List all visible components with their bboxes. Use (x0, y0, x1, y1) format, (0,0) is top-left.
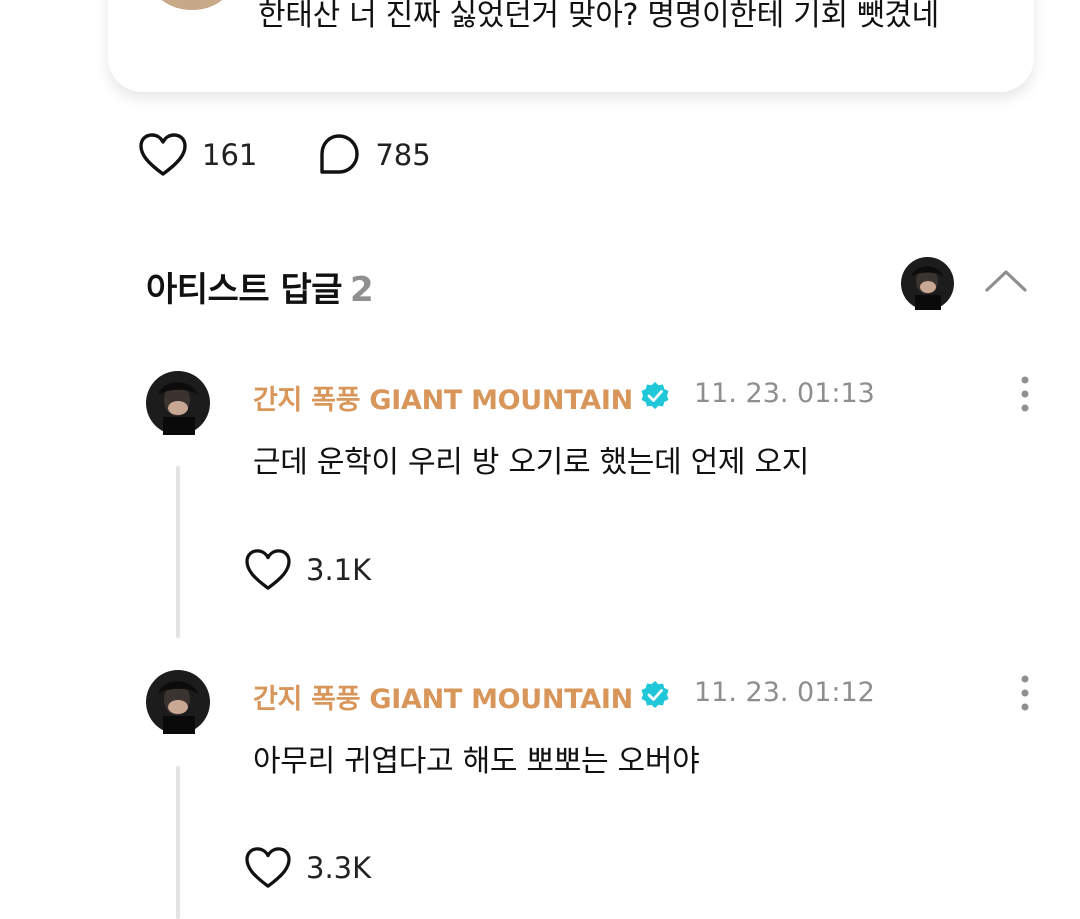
heart-outline-icon (245, 549, 291, 590)
reply-timestamp: 11. 23. 01:12 (694, 677, 875, 708)
thread-line (176, 466, 180, 638)
artist-avatar[interactable] (146, 670, 210, 734)
heart-outline-icon (139, 133, 187, 176)
chevron-up-icon[interactable] (984, 266, 1028, 296)
reply-text: 근데 운학이 우리 방 오기로 했는데 언제 오지 (253, 445, 810, 480)
reply-author[interactable]: 간지 폭풍 GIANT MOUNTAIN (253, 677, 633, 716)
heart-outline-icon (245, 847, 291, 888)
section-title: 아티스트 답글 (146, 270, 343, 310)
reply-author[interactable]: 간지 폭풍 GIANT MOUNTAIN (253, 378, 633, 417)
like-count: 161 (202, 138, 258, 172)
artist-avatar[interactable] (901, 257, 954, 310)
section-count: 2 (350, 270, 374, 310)
reply-like-count: 3.3K (306, 851, 372, 885)
comment-count: 785 (375, 138, 431, 172)
reply-like-button[interactable]: 3.1K (244, 549, 371, 591)
reply-timestamp: 11. 23. 01:13 (694, 378, 875, 409)
artist-avatar[interactable] (146, 371, 210, 435)
commenter-avatar[interactable] (151, 0, 233, 10)
comment-button[interactable]: 785 (317, 133, 431, 177)
speech-bubble-icon (320, 134, 360, 174)
reply-text: 아무리 귀엽다고 해도 뽀뽀는 오버야 (253, 744, 700, 779)
comment-thread-screen: 한태산 너 진짜 싫었던거 맞아? 명명이한테 기회 뺏겼네 161 785 아… (0, 0, 1080, 919)
more-vertical-icon[interactable] (1010, 375, 1040, 415)
parent-comment-card[interactable]: 한태산 너 진짜 싫었던거 맞아? 명명이한테 기회 뺏겼네 (108, 0, 1034, 92)
comment-stats: 161 785 (138, 132, 491, 178)
reply-like-button[interactable]: 3.3K (244, 847, 371, 889)
verified-badge-icon (641, 382, 669, 409)
thread-line (176, 766, 180, 919)
like-button[interactable]: 161 (138, 133, 257, 177)
verified-badge-icon (641, 681, 669, 708)
reply-like-count: 3.1K (306, 553, 372, 587)
parent-comment-text: 한태산 너 진짜 싫었던거 맞아? 명명이한테 기회 뺏겼네 (258, 0, 939, 33)
artist-replies-header: 아티스트 답글 2 (146, 262, 374, 311)
more-vertical-icon[interactable] (1010, 674, 1040, 714)
